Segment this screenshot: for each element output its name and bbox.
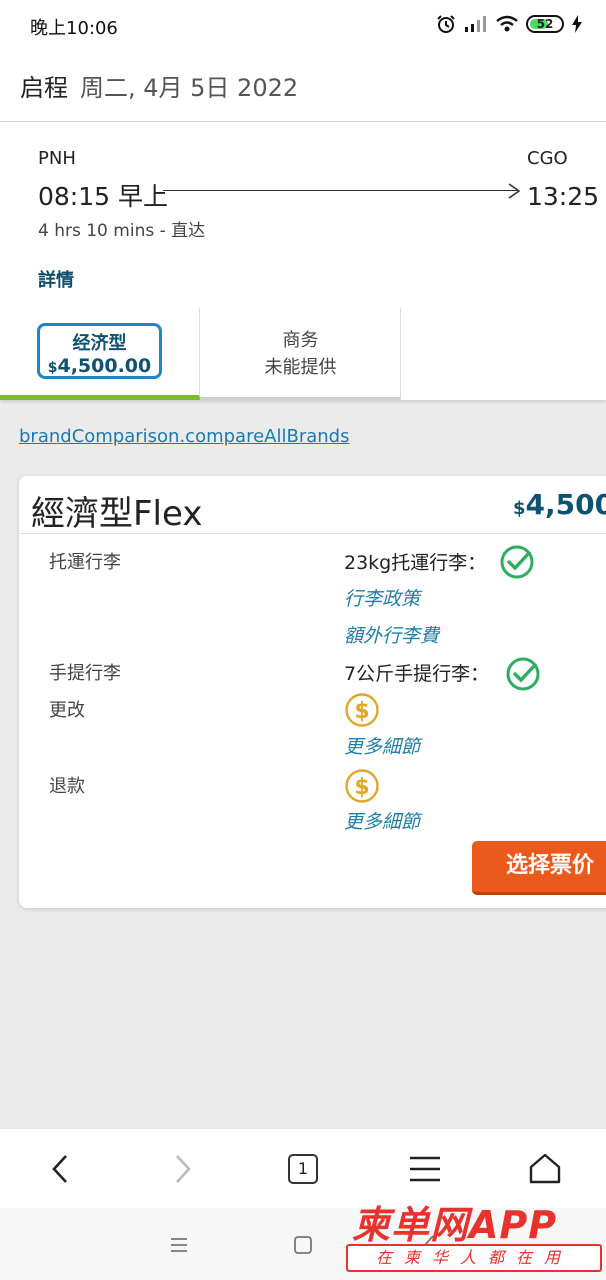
chevron-right-icon xyxy=(176,1155,191,1183)
recents-icon xyxy=(171,1238,187,1252)
home-button[interactable] xyxy=(525,1149,565,1189)
battery-icon: 52 xyxy=(526,15,564,33)
tab-count: 1 xyxy=(288,1154,318,1184)
system-home-button[interactable] xyxy=(288,1230,318,1260)
dollar-fee-icon: $ xyxy=(344,768,380,808)
tab-business-status: 未能提供 xyxy=(264,357,337,378)
forward-button[interactable] xyxy=(163,1149,203,1189)
route-line xyxy=(163,190,519,191)
brand-price: $4,500 xyxy=(513,488,606,521)
baggage-policy-link[interactable]: 行李政策 xyxy=(344,584,420,611)
watermark-title: 柬单网APP xyxy=(352,1203,558,1247)
menu-button[interactable] xyxy=(405,1149,445,1189)
select-fare-button[interactable]: 选择票价 xyxy=(472,841,606,895)
signal-icon xyxy=(464,15,488,33)
status-icons: 52 xyxy=(436,14,582,34)
charging-icon xyxy=(572,15,582,33)
check-circle-icon xyxy=(499,544,535,584)
tab-economy-price: $4,500.00 xyxy=(40,355,159,377)
change-label: 更改 xyxy=(49,700,85,721)
tab-business[interactable]: 商务 未能提供 xyxy=(200,308,401,400)
flight-summary: PNH CGO 08:15 早上 13:25 下 4 hrs 10 mins -… xyxy=(0,122,606,308)
recents-button[interactable] xyxy=(164,1230,194,1260)
brand-title: 經濟型Flex xyxy=(31,494,203,534)
menu-icon xyxy=(410,1156,440,1182)
tab-economy[interactable]: 经济型 $4,500.00 xyxy=(0,308,200,400)
brand-card: 經濟型Flex $4,500 托運行李 23kg托運行李： 行李政策 額外行李費… xyxy=(19,476,606,908)
date-header: 启程 周二, 4月 5日 2022 xyxy=(0,50,606,122)
brand-header: 經濟型Flex $4,500 xyxy=(19,476,606,534)
price-amount: 4,500.00 xyxy=(57,355,152,377)
alarm-icon xyxy=(436,14,456,34)
selected-fare-box: 经济型 $4,500.00 xyxy=(37,323,162,379)
checked-bag-value: 23kg托運行李： xyxy=(344,552,487,574)
watermark: 柬单网APP 在柬华人都在用 xyxy=(346,1194,602,1276)
refund-label: 退款 xyxy=(49,776,85,797)
departure-time: 08:15 早上 xyxy=(38,182,168,211)
departure-label: 启程 xyxy=(20,74,68,102)
refund-details-link[interactable]: 更多細節 xyxy=(344,807,420,834)
fare-tabs: 经济型 $4,500.00 商务 未能提供 xyxy=(0,308,606,400)
wifi-icon xyxy=(496,15,518,33)
checked-bag-label: 托運行李 xyxy=(49,552,121,573)
carry-on-value: 7公斤手提行李： xyxy=(344,663,490,685)
departure-date: 周二, 4月 5日 2022 xyxy=(80,74,299,102)
carry-on-label: 手提行李 xyxy=(49,663,121,684)
details-link[interactable]: 詳情 xyxy=(38,266,74,292)
home-icon xyxy=(529,1153,561,1184)
dollar-fee-icon: $ xyxy=(344,692,380,732)
watermark-subtitle-box: 在柬华人都在用 xyxy=(346,1244,602,1272)
tab-business-name: 商务 xyxy=(282,330,319,351)
destination-code: CGO xyxy=(527,148,568,169)
currency-symbol: $ xyxy=(513,498,526,519)
svg-text:$: $ xyxy=(354,775,369,800)
arrival-time: 13:25 下 xyxy=(527,182,606,211)
tabs-button[interactable]: 1 xyxy=(283,1149,323,1189)
status-time: 晚上10:06 xyxy=(30,18,118,39)
tab-economy-name: 经济型 xyxy=(72,333,127,354)
origin-code: PNH xyxy=(38,148,76,169)
brand-price-amount: 4,500 xyxy=(525,488,606,521)
square-icon xyxy=(294,1236,312,1254)
battery-level: 52 xyxy=(536,17,554,31)
extra-baggage-fee-link[interactable]: 額外行李費 xyxy=(344,621,439,648)
watermark-subtitle: 在柬华人都在用 xyxy=(375,1248,572,1267)
status-bar: 晚上10:06 52 xyxy=(0,0,606,50)
back-button[interactable] xyxy=(40,1149,80,1189)
svg-text:$: $ xyxy=(354,699,369,724)
flight-duration: 4 hrs 10 mins - 直达 xyxy=(38,221,206,241)
compare-brands-link[interactable]: brandComparison.compareAllBrands xyxy=(19,426,349,447)
change-details-link[interactable]: 更多細節 xyxy=(344,732,420,759)
check-circle-icon xyxy=(505,656,541,696)
arrow-right-icon xyxy=(507,183,521,203)
chevron-left-icon xyxy=(52,1155,67,1183)
